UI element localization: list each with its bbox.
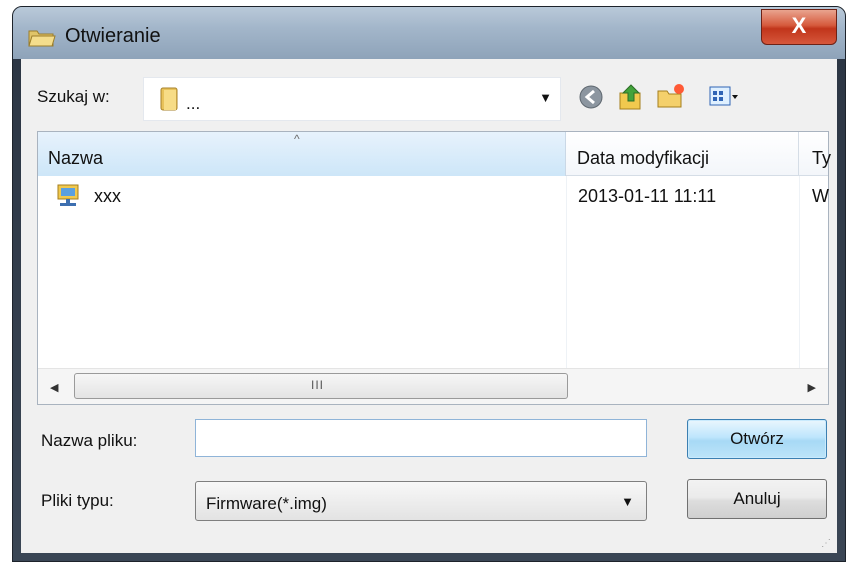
scroll-thumb[interactable]: III: [74, 373, 568, 399]
sort-ascending-icon: ^: [294, 132, 300, 146]
filetype-label: Pliki typu:: [41, 491, 114, 510]
filename-input[interactable]: [195, 419, 647, 457]
folder-icon: [160, 87, 178, 111]
scroll-grip: III: [311, 378, 325, 392]
filename-label: Nazwa pliku:: [41, 431, 138, 450]
column-header-name[interactable]: ^ Nazwa: [38, 132, 566, 176]
scroll-right-arrow-icon[interactable]: ▶: [808, 381, 816, 394]
open-button[interactable]: Otwórz: [687, 419, 827, 459]
open-dialog-window: Otwieranie X Szukaj w: ... ▼ ^ Nazwa Dat…: [12, 6, 846, 562]
chevron-down-icon[interactable]: ▼: [539, 90, 552, 105]
chevron-down-icon: ▼: [621, 494, 634, 509]
filetype-select[interactable]: Firmware(*.img) ▼: [195, 481, 647, 521]
look-in-combo[interactable]: ... ▼: [143, 77, 561, 121]
up-folder-icon[interactable]: [615, 81, 647, 113]
filetype-value: Firmware(*.img): [206, 494, 327, 513]
open-folder-icon: [28, 30, 56, 47]
file-list[interactable]: ^ Nazwa Data modyfikacji Ty xxx 2013-01-…: [37, 131, 831, 405]
item-date: 2013-01-11 11:11: [578, 186, 717, 206]
item-type: W: [812, 186, 829, 206]
view-menu-icon[interactable]: [707, 81, 739, 113]
scroll-left-arrow-icon[interactable]: ◀: [50, 381, 58, 394]
back-icon[interactable]: [575, 81, 607, 113]
column-name-label: Nazwa: [48, 148, 104, 168]
list-header: ^ Nazwa Data modyfikacji Ty: [38, 132, 831, 176]
column-date-label: Data modyfikacji: [577, 148, 710, 168]
dialog-body: Szukaj w: ... ▼ ^ Nazwa Data modyfikacji…: [21, 59, 837, 553]
network-drive-icon: [57, 184, 79, 206]
column-header-type[interactable]: Ty: [800, 132, 840, 176]
column-header-date[interactable]: Data modyfikacji: [567, 132, 799, 176]
list-item[interactable]: xxx 2013-01-11 11:11 W: [38, 178, 829, 212]
close-button[interactable]: X: [761, 9, 837, 45]
title-bar[interactable]: Otwieranie X: [13, 7, 845, 59]
resize-grip-icon[interactable]: ⋰: [821, 538, 831, 549]
cancel-button[interactable]: Anuluj: [687, 479, 827, 519]
window-title: Otwieranie: [65, 25, 161, 47]
item-name: xxx: [94, 186, 121, 206]
look-in-value: ...: [186, 94, 201, 113]
new-folder-icon[interactable]: [655, 81, 687, 113]
column-type-label: Ty: [812, 148, 832, 168]
horizontal-scrollbar[interactable]: ◀ III ▶: [38, 368, 828, 404]
look-in-label: Szukaj w:: [37, 87, 110, 106]
